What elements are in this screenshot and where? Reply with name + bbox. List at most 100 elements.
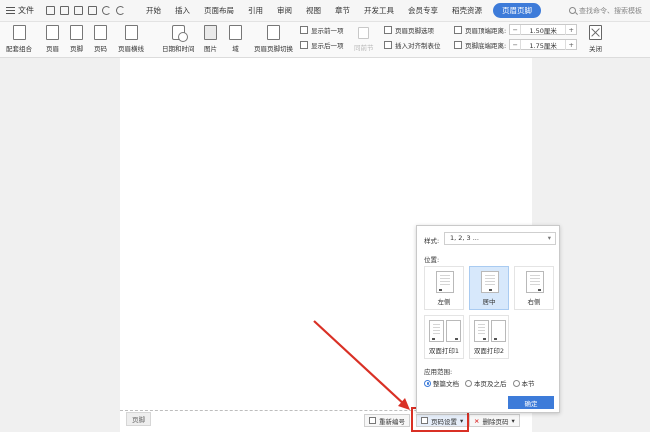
quick-access [46,6,125,15]
style-label: 样式: [424,237,440,245]
tab-start[interactable]: 开始 [139,0,168,22]
file-menu-label: 文件 [18,6,34,15]
tab-header-footer[interactable]: 页眉页脚 [493,3,541,18]
page-number-dot [455,338,458,340]
print-icon[interactable] [74,6,83,15]
show-next-button[interactable]: 显示后一项 [300,40,344,50]
tab-member[interactable]: 会员专享 [401,0,445,22]
header-line-icon [124,25,138,40]
page-number-label: 页码 [94,45,107,53]
preset-combo-icon [12,25,26,40]
search-icon [569,7,576,14]
preset-combo-button[interactable]: 配套组合 [6,25,32,53]
number-style-value: 1, 2, 3 ... [450,234,479,242]
position-left-option[interactable]: 左侧 [424,266,464,310]
header-footer-options-button[interactable]: 页眉页脚选项 [384,25,434,35]
header-top-value[interactable]: 1.50厘米 [520,24,567,35]
undo-icon[interactable] [102,6,111,15]
footer-tag: 页脚 [126,412,151,426]
page-number-dot [538,289,541,291]
position-center-option[interactable]: 居中 [469,266,509,310]
switch-label: 页眉页脚切换 [254,45,293,53]
increment-icon[interactable]: + [566,41,576,49]
page-number-dot [432,338,435,340]
date-time-label: 日期和时间 [162,45,195,53]
position-duplex2-option[interactable]: 双面打印2 [469,315,509,359]
picture-icon [204,25,217,40]
link-previous-icon [358,27,370,39]
increment-icon[interactable]: + [566,26,576,34]
position-duplex2-label: 双面打印2 [473,347,505,355]
page-thumbnail-icon [491,320,506,342]
close-header-footer-button[interactable]: 关闭 [589,25,602,53]
export-pdf-icon[interactable] [60,6,69,15]
tab-references[interactable]: 引用 [241,0,270,22]
radio-icon [512,379,520,387]
tab-view[interactable]: 视图 [299,0,328,22]
header-top-stepper[interactable]: − 1.50厘米 + [509,24,578,35]
scope-this-page-onward-label: 本页及之后 [474,380,507,388]
preset-combo-label: 配套组合 [6,45,32,53]
number-style-select[interactable]: 1, 2, 3 ... ▾ [444,232,556,245]
renumber-icon [369,417,376,424]
tab-review[interactable]: 审阅 [270,0,299,22]
footer-bottom-stepper[interactable]: − 1.75厘米 + [509,39,578,50]
save-icon[interactable] [46,6,55,15]
header-line-button[interactable]: 页眉横线 [118,25,144,53]
position-duplex1-option[interactable]: 双面打印1 [424,315,464,359]
switch-icon [267,25,280,40]
page-thumbnail-icon [429,320,444,342]
same-as-previous-button: 同前节 [354,27,374,52]
same-as-previous-label: 同前节 [354,44,374,52]
chevron-down-icon: ▾ [547,234,551,242]
page-thumbnail-icon [446,320,461,342]
position-duplex1-label: 双面打印1 [428,347,460,355]
footer-bottom-distance: 页脚底端距离: − 1.75厘米 + [454,39,578,50]
delete-icon: × [474,416,480,425]
scope-this-section[interactable]: 本节 [512,378,535,388]
renumber-button[interactable]: 重新编号 [364,414,410,427]
header-top-label: 页眉顶端距离: [465,26,507,35]
scope-label: 应用范围: [424,368,453,376]
position-label: 位置: [424,256,440,264]
tab-section[interactable]: 章节 [328,0,357,22]
print-preview-icon[interactable] [88,6,97,15]
chevron-down-icon: ▾ [511,416,515,425]
page-number-dot [439,289,442,291]
renumber-label: 重新编号 [379,417,405,426]
tab-page-layout[interactable]: 页面布局 [197,0,241,22]
confirm-button[interactable]: 确定 [508,396,554,409]
page-number-settings-panel: 样式: 1, 2, 3 ... ▾ 位置: 左侧 居中 右侧 双面打印1 双面打… [416,225,560,413]
tab-resources[interactable]: 稻壳资源 [445,0,489,22]
file-menu[interactable]: 文件 [6,5,34,16]
decrement-icon[interactable]: − [510,26,520,34]
header-icon [46,25,59,40]
insert-tab-stop-button[interactable]: 插入对齐制表位 [384,40,441,50]
clock-icon [171,25,188,42]
field-button[interactable]: 域 [229,25,242,53]
position-right-option[interactable]: 右侧 [514,266,554,310]
redo-icon[interactable] [116,6,125,15]
header-line-label: 页眉横线 [118,45,144,53]
document-margin-left [0,58,120,432]
command-search[interactable]: 查找命令、搜索模板 [569,6,642,16]
delete-page-number-button[interactable]: × 删除页码 ▾ [469,414,520,427]
footer-button[interactable]: 页脚 [70,25,83,53]
show-next-label: 显示后一项 [311,42,344,50]
page-thumbnail-icon [526,271,544,293]
show-prev-button[interactable]: 显示前一项 [300,25,344,35]
page-number-button[interactable]: 页码 [94,25,107,53]
header-button[interactable]: 页眉 [46,25,59,53]
decrement-icon[interactable]: − [510,41,520,49]
header-footer-switch-button[interactable]: 页眉页脚切换 [254,25,293,53]
footer-bottom-value[interactable]: 1.75厘米 [520,39,567,50]
tab-developer[interactable]: 开发工具 [357,0,401,22]
show-prev-label: 显示前一项 [311,27,344,35]
date-time-button[interactable]: 日期和时间 [162,25,195,53]
footer-label: 页脚 [70,45,83,53]
scope-whole-document[interactable]: 整篇文档 [424,378,459,388]
tab-insert[interactable]: 插入 [168,0,197,22]
picture-button[interactable]: 图片 [204,25,217,53]
position-center-label: 居中 [482,298,496,306]
scope-this-page-onward[interactable]: 本页及之后 [465,378,507,388]
